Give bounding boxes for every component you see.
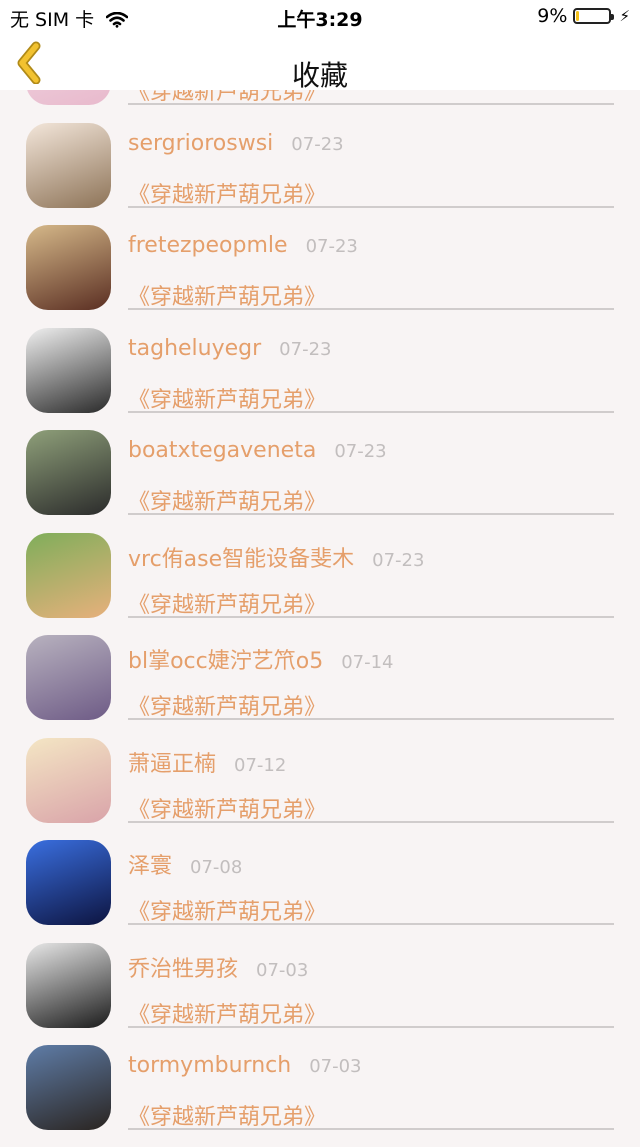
favorite-title-link[interactable]: 《穿越新芦葫兄弟》: [128, 1099, 326, 1131]
item-header: boatxtegaveneta 07-23: [128, 438, 387, 463]
date-label: 07-14: [341, 652, 394, 673]
favorite-title-link[interactable]: 《穿越新芦葫兄弟》: [128, 484, 326, 516]
status-bar: 无 SIM 卡 上午3:29 9% ⚡: [0, 0, 640, 34]
list-item[interactable]: 萧逼正楠 07-12 《穿越新芦葫兄弟》: [0, 737, 640, 840]
divider: [128, 513, 614, 515]
page-title: 收藏: [291, 59, 348, 92]
list-item[interactable]: boatxtegaveneta 07-23 《穿越新芦葫兄弟》: [0, 430, 640, 532]
favorite-title-link[interactable]: 《穿越新芦葫兄弟》: [128, 689, 326, 721]
divider: [128, 1025, 614, 1028]
date-label: 07-23: [372, 549, 425, 571]
battery-level: [576, 11, 580, 21]
username[interactable]: tagheluyegr: [128, 336, 261, 361]
item-header: vrc侑ase智能设备斐木 07-23: [128, 541, 424, 573]
avatar[interactable]: [26, 840, 111, 925]
divider: [128, 205, 614, 208]
username[interactable]: boatxtegaveneta: [128, 438, 316, 463]
avatar[interactable]: [26, 225, 111, 310]
favorite-title-link[interactable]: 《穿越新芦葫兄弟》: [128, 279, 326, 311]
date-label: 07-23: [334, 441, 387, 462]
avatar[interactable]: [26, 942, 111, 1028]
list-item[interactable]: tormymburnch 07-03 《穿越新芦葫兄弟》: [0, 1045, 640, 1147]
item-header: tormymburnch 07-03: [128, 1053, 362, 1078]
avatar[interactable]: [26, 737, 111, 823]
divider: [128, 103, 614, 105]
divider: [128, 718, 614, 720]
date-label: 07-23: [279, 338, 332, 360]
favorite-title-link[interactable]: 《穿越新芦葫兄弟》: [128, 997, 326, 1029]
date-label: 07-12: [234, 754, 287, 776]
avatar[interactable]: [26, 532, 111, 618]
battery-percent: 9%: [537, 5, 568, 27]
list-item[interactable]: 乔治牲男孩 07-03 《穿越新芦葫兄弟》: [0, 942, 640, 1045]
item-header: sergrioroswsi 07-23: [128, 131, 344, 156]
item-header: tagheluyegr 07-23: [128, 336, 331, 361]
item-header: fretezpeopmle 07-23: [128, 233, 358, 258]
divider: [128, 923, 614, 925]
avatar[interactable]: [26, 327, 111, 413]
navigation-bar: 收藏: [0, 34, 640, 92]
battery-icon: [573, 8, 615, 24]
username[interactable]: vrc侑ase智能设备斐木: [128, 541, 354, 573]
date-label: 07-23: [305, 236, 358, 257]
list-item[interactable]: fretezpeopmle 07-23 《穿越新芦葫兄弟》: [0, 225, 640, 327]
username[interactable]: 乔治牲男孩: [128, 951, 238, 983]
divider: [128, 410, 614, 413]
date-label: 07-23: [291, 133, 344, 155]
item-header: 乔治牲男孩 07-03: [128, 951, 308, 983]
favorite-title-link[interactable]: 《穿越新芦葫兄弟》: [128, 894, 326, 926]
charging-bolt-icon: ⚡: [619, 7, 630, 25]
list-item[interactable]: vrc侑ase智能设备斐木 07-23 《穿越新芦葫兄弟》: [0, 532, 640, 635]
battery-group: 9% ⚡: [537, 5, 630, 27]
date-label: 07-03: [256, 959, 309, 981]
list-item[interactable]: sergrioroswsi 07-23 《穿越新芦葫兄弟》: [0, 122, 640, 225]
item-header: 萧逼正楠 07-12: [128, 746, 286, 778]
username[interactable]: tormymburnch: [128, 1053, 291, 1078]
favorite-title-link[interactable]: 《穿越新芦葫兄弟》: [128, 177, 326, 209]
item-header: bl掌occ婕泞艺笊o5 07-14: [128, 643, 394, 675]
favorite-title-link[interactable]: 《穿越新芦葫兄弟》: [128, 792, 326, 824]
avatar[interactable]: [26, 430, 111, 515]
username[interactable]: sergrioroswsi: [128, 131, 273, 156]
avatar[interactable]: [26, 122, 111, 208]
list-item[interactable]: bl掌occ婕泞艺笊o5 07-14 《穿越新芦葫兄弟》: [0, 635, 640, 737]
divider: [128, 615, 614, 618]
divider: [128, 308, 614, 310]
favorite-title-link[interactable]: 《穿越新芦葫兄弟》: [128, 382, 326, 414]
divider: [128, 1128, 614, 1130]
username[interactable]: 泽寰: [128, 848, 172, 880]
username[interactable]: fretezpeopmle: [128, 233, 288, 258]
item-header: 泽寰 07-08: [128, 848, 242, 880]
date-label: 07-03: [309, 1056, 362, 1077]
favorite-title-link[interactable]: 《穿越新芦葫兄弟》: [128, 587, 326, 619]
avatar[interactable]: [26, 1045, 111, 1130]
avatar[interactable]: [26, 635, 111, 720]
username[interactable]: 萧逼正楠: [128, 746, 216, 778]
divider: [128, 820, 614, 823]
list-item[interactable]: 泽寰 07-08 《穿越新芦葫兄弟》: [0, 840, 640, 942]
list-item[interactable]: tagheluyegr 07-23 《穿越新芦葫兄弟》: [0, 327, 640, 430]
date-label: 07-08: [190, 857, 243, 878]
username[interactable]: bl掌occ婕泞艺笊o5: [128, 643, 323, 675]
